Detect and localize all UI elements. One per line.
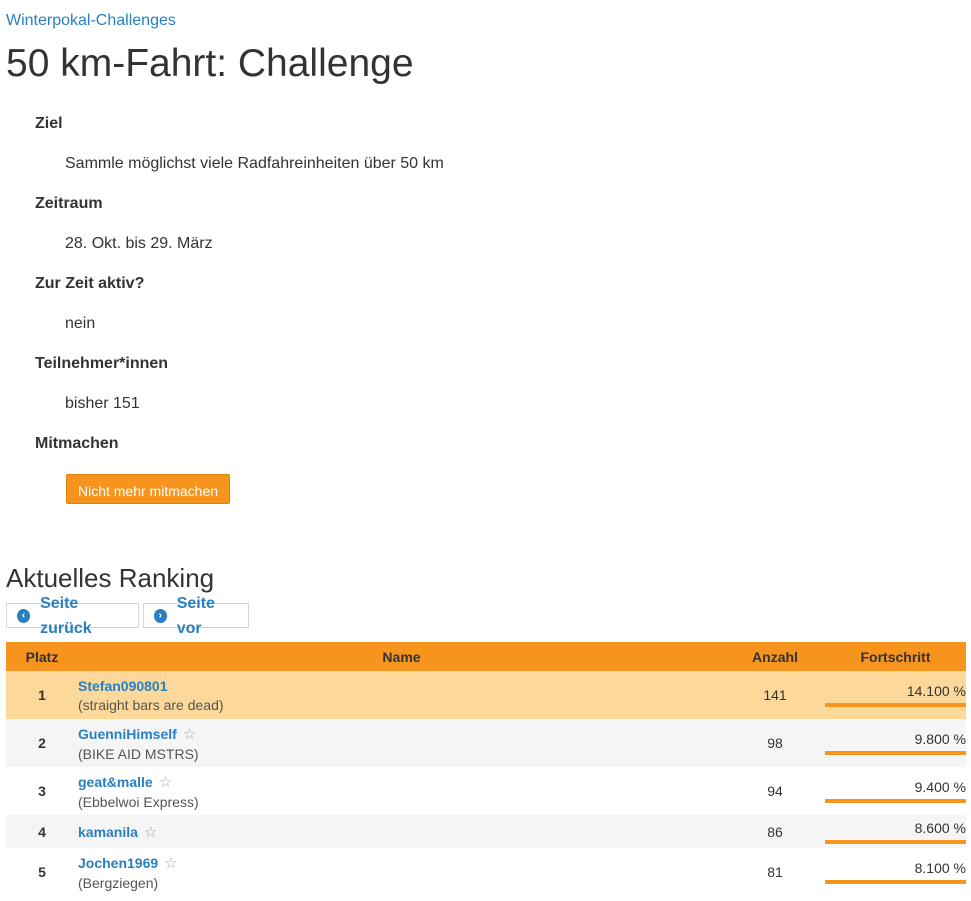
col-name: Name bbox=[78, 642, 725, 671]
count-cell: 98 bbox=[725, 719, 825, 767]
user-link[interactable]: geat&malle bbox=[78, 774, 153, 790]
progress-cell: 9.400 % bbox=[825, 767, 966, 815]
rank-cell: 4 bbox=[6, 815, 78, 848]
page: Winterpokal-Challenges 50 km-Fahrt: Chal… bbox=[0, 0, 971, 901]
count-cell: 81 bbox=[725, 848, 825, 896]
detail-value-aktiv: nein bbox=[65, 315, 96, 332]
detail-label-ziel: Ziel bbox=[35, 115, 63, 132]
ranking-heading: Aktuelles Ranking bbox=[6, 563, 215, 593]
progress-bar bbox=[825, 751, 966, 755]
detail-label-mitmachen: Mitmachen bbox=[35, 435, 119, 452]
detail-value-zeitraum: 28. Okt. bis 29. März bbox=[65, 235, 213, 252]
name-cell: kamanila ☆ bbox=[78, 815, 725, 848]
progress-cell: 8.600 % bbox=[825, 815, 966, 848]
user-link[interactable]: GuenniHimself bbox=[78, 726, 177, 742]
ranking-header-row: Platz Name Anzahl Fortschritt bbox=[6, 642, 966, 671]
next-page-button[interactable]: › Seite vor bbox=[143, 595, 249, 637]
name-cell: Stefan090801 (straight bars are dead) bbox=[78, 671, 725, 719]
col-fortschritt: Fortschritt bbox=[825, 642, 966, 671]
progress-text: 9.800 % bbox=[914, 731, 966, 747]
user-link[interactable]: Stefan090801 bbox=[78, 678, 168, 694]
name-cell: GuenniHimself ☆ (BIKE AID MSTRS) bbox=[78, 719, 725, 767]
count-cell: 94 bbox=[725, 767, 825, 815]
page-title: 50 km-Fahrt: Challenge bbox=[6, 42, 414, 85]
progress-bar bbox=[825, 839, 966, 844]
count-cell: 86 bbox=[725, 815, 825, 848]
detail-label-zeitraum: Zeitraum bbox=[35, 195, 103, 212]
user-link[interactable]: kamanila bbox=[78, 824, 138, 840]
col-platz: Platz bbox=[6, 642, 78, 671]
challenge-details: Ziel Sammle möglichst viele Radfahreinhe… bbox=[35, 112, 635, 456]
progress-bar bbox=[825, 880, 966, 884]
table-row: 5 Jochen1969 ☆ (Bergziegen) 81 8.100 % bbox=[6, 848, 966, 896]
detail-value-teilnehmer: bisher 151 bbox=[65, 395, 140, 412]
progress-cell: 14.100 % bbox=[825, 671, 966, 719]
detail-label-teilnehmer: Teilnehmer*innen bbox=[35, 355, 169, 372]
team-name: (Bergziegen) bbox=[78, 874, 159, 891]
name-cell: Jochen1969 ☆ (Bergziegen) bbox=[78, 848, 725, 896]
table-row: 3 geat&malle ☆ (Ebbelwoi Express) 94 9.400 % bbox=[6, 767, 966, 815]
previous-page-button[interactable]: ‹ Seite zurück bbox=[6, 595, 139, 637]
rank-cell: 2 bbox=[6, 719, 78, 767]
star-icon[interactable]: ☆ bbox=[159, 774, 172, 791]
progress-text: 9.400 % bbox=[914, 779, 966, 795]
star-icon[interactable]: ☆ bbox=[164, 855, 177, 872]
breadcrumb-link[interactable]: Winterpokal-Challenges bbox=[6, 12, 176, 30]
team-name: (Ebbelwoi Express) bbox=[78, 793, 199, 810]
table-row: 4 kamanila ☆ 86 8.600 % bbox=[6, 815, 966, 848]
progress-text: 14.100 % bbox=[906, 683, 966, 699]
detail-value-ziel: Sammle möglichst viele Radfahreinheiten … bbox=[65, 155, 444, 172]
chevron-right-icon: › bbox=[154, 608, 167, 623]
ranking-table: Platz Name Anzahl Fortschritt 1 Stefan090… bbox=[6, 642, 966, 896]
previous-page-label: Seite zurück bbox=[40, 594, 92, 637]
table-row: 2 GuenniHimself ☆ (BIKE AID MSTRS) 98 9.800 % bbox=[6, 719, 966, 767]
progress-text: 8.100 % bbox=[914, 860, 966, 876]
team-name: (straight bars are dead) bbox=[78, 696, 224, 713]
chevron-left-icon: ‹ bbox=[17, 608, 31, 623]
star-icon[interactable]: ☆ bbox=[183, 726, 196, 743]
star-icon[interactable]: ☆ bbox=[144, 824, 157, 841]
progress-cell: 9.800 % bbox=[825, 719, 966, 767]
detail-label-aktiv: Zur Zeit aktiv? bbox=[35, 275, 145, 292]
leave-challenge-button[interactable]: Nicht mehr mitmachen bbox=[66, 474, 230, 504]
progress-cell: 8.100 % bbox=[825, 848, 966, 896]
name-cell: geat&malle ☆ (Ebbelwoi Express) bbox=[78, 767, 725, 815]
table-row: 1 Stefan090801 (straight bars are dead) 141… bbox=[6, 671, 966, 719]
progress-bar bbox=[825, 703, 966, 707]
next-page-label: Seite vor bbox=[176, 594, 215, 637]
rank-cell: 3 bbox=[6, 767, 78, 815]
team-name: (BIKE AID MSTRS) bbox=[78, 745, 199, 762]
progress-bar bbox=[825, 799, 966, 803]
rank-cell: 1 bbox=[6, 671, 78, 719]
progress-text: 8.600 % bbox=[914, 819, 966, 836]
col-anzahl: Anzahl bbox=[725, 642, 825, 671]
rank-cell: 5 bbox=[6, 848, 78, 896]
user-link[interactable]: Jochen1969 bbox=[78, 855, 158, 871]
count-cell: 141 bbox=[725, 671, 825, 719]
